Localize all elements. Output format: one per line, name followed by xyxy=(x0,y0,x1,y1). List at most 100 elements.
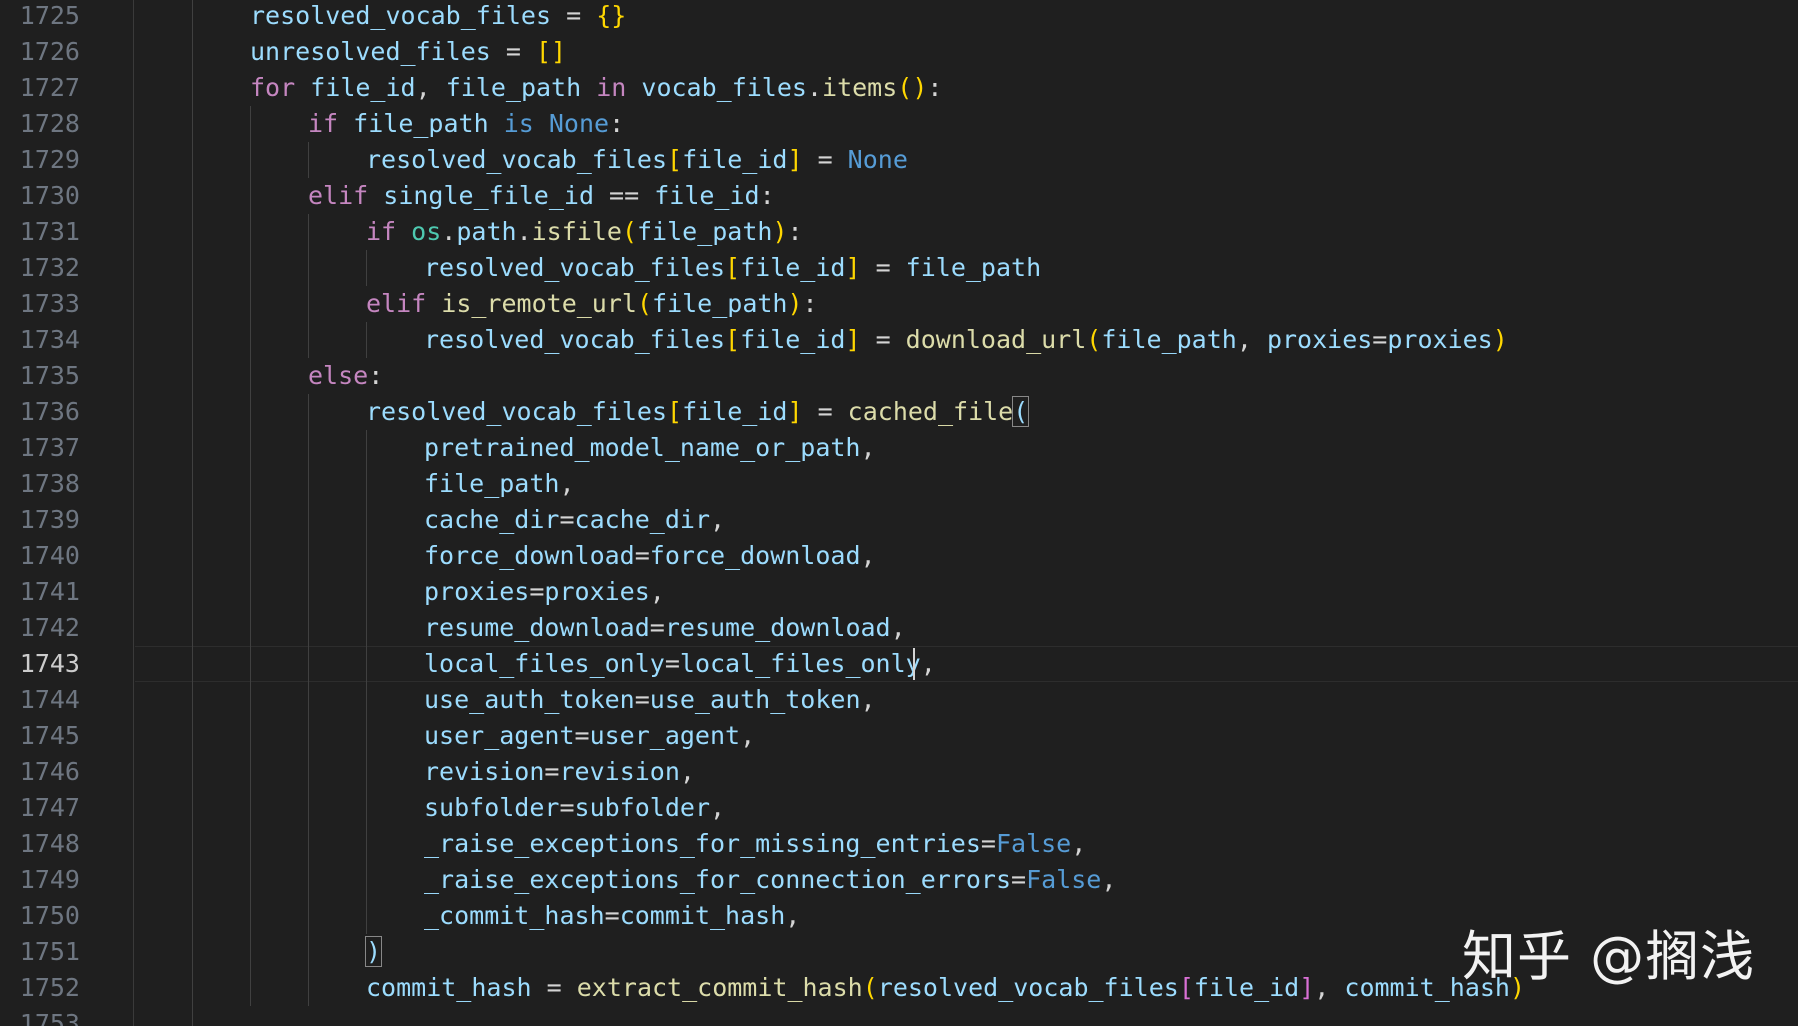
code-token: for xyxy=(250,73,295,102)
code-token: , xyxy=(1071,829,1086,858)
code-token: resolved_vocab_files xyxy=(878,973,1179,1002)
indent-guide xyxy=(366,322,367,358)
code-token: ] xyxy=(1299,973,1314,1002)
code-line: elif single_file_id == file_id: xyxy=(308,178,775,214)
line-number: 1733 xyxy=(0,286,80,322)
code-token: () xyxy=(897,73,927,102)
line-number: 1740 xyxy=(0,538,80,574)
code-line: force_download=force_download, xyxy=(424,538,876,574)
code-token: if xyxy=(366,217,396,246)
code-line: unresolved_files = [] xyxy=(250,34,566,70)
code-token: [ xyxy=(667,145,682,174)
code-token: download_url xyxy=(906,325,1087,354)
code-line: pretrained_model_name_or_path, xyxy=(424,430,876,466)
code-token: proxies xyxy=(544,577,649,606)
line-number: 1751 xyxy=(0,934,80,970)
code-token: subfolder xyxy=(575,793,710,822)
line-number: 1744 xyxy=(0,682,80,718)
code-line: if os.path.isfile(file_path): xyxy=(366,214,803,250)
code-token: subfolder xyxy=(424,793,559,822)
code-token: , xyxy=(921,649,936,678)
code-token: , xyxy=(861,541,876,570)
code-token: file_path xyxy=(424,469,559,498)
code-token: : xyxy=(927,73,942,102)
code-line: if file_path is None: xyxy=(308,106,624,142)
line-number: 1727 xyxy=(0,70,80,106)
line-number: 1745 xyxy=(0,718,80,754)
line-number: 1739 xyxy=(0,502,80,538)
code-token: , xyxy=(1101,865,1116,894)
code-token: [ xyxy=(725,253,740,282)
code-token: in xyxy=(596,73,626,102)
code-token: file_id xyxy=(310,73,415,102)
code-token: commit_hash xyxy=(366,973,532,1002)
code-editor[interactable]: 1725172617271728172917301731173217331734… xyxy=(0,0,1798,1026)
code-token xyxy=(426,289,441,318)
indent-guide xyxy=(192,0,193,1026)
code-token: proxies xyxy=(424,577,529,606)
line-number: 1735 xyxy=(0,358,80,394)
code-token: , xyxy=(740,721,755,750)
code-token: = xyxy=(559,505,574,534)
code-token: file_path xyxy=(637,217,772,246)
code-token: ) xyxy=(366,937,381,966)
code-token: pretrained_model_name_or_path xyxy=(424,433,861,462)
line-number: 1725 xyxy=(0,0,80,34)
code-token: is_remote_url xyxy=(441,289,637,318)
indent-guide xyxy=(250,106,251,1006)
code-token: = xyxy=(803,145,848,174)
line-number: 1746 xyxy=(0,754,80,790)
code-token: None xyxy=(848,145,908,174)
code-token: ( xyxy=(622,217,637,246)
code-line: use_auth_token=use_auth_token, xyxy=(424,682,876,718)
code-token: , xyxy=(1314,973,1344,1002)
code-token: {} xyxy=(596,1,626,30)
code-token xyxy=(338,109,353,138)
code-token: = xyxy=(551,1,596,30)
line-number: 1737 xyxy=(0,430,80,466)
code-token xyxy=(581,73,596,102)
code-token xyxy=(396,217,411,246)
code-token: ( xyxy=(1086,325,1101,354)
code-token: ) xyxy=(772,217,787,246)
code-token: , xyxy=(891,613,906,642)
line-number: 1748 xyxy=(0,826,80,862)
code-line: _raise_exceptions_for_connection_errors=… xyxy=(424,862,1116,898)
line-number: 1734 xyxy=(0,322,80,358)
code-token: = xyxy=(544,757,559,786)
line-number: 1741 xyxy=(0,574,80,610)
code-token: elif xyxy=(308,181,368,210)
line-number: 1749 xyxy=(0,862,80,898)
code-line: resolved_vocab_files = {} xyxy=(250,0,626,34)
code-token: : xyxy=(609,109,624,138)
code-token: ) xyxy=(787,289,802,318)
code-token: = xyxy=(605,901,620,930)
code-token xyxy=(295,73,310,102)
code-token: = xyxy=(861,253,906,282)
code-token: = xyxy=(532,973,577,1002)
line-number: 1743 xyxy=(0,646,80,682)
code-token: ] xyxy=(787,397,802,426)
code-token: [] xyxy=(536,37,566,66)
code-token: = xyxy=(803,397,848,426)
code-token: , xyxy=(861,433,876,462)
code-token: = xyxy=(981,829,996,858)
line-number: 1728 xyxy=(0,106,80,142)
code-token: file_id xyxy=(740,253,845,282)
code-token: ] xyxy=(845,325,860,354)
code-line: resolved_vocab_files[file_id] = cached_f… xyxy=(366,394,1028,430)
code-token: = xyxy=(861,325,906,354)
code-line: resume_download=resume_download, xyxy=(424,610,906,646)
code-token: : xyxy=(368,361,383,390)
code-token: else xyxy=(308,361,368,390)
code-token: resume_download xyxy=(665,613,891,642)
watermark: 知乎 @搁浅 xyxy=(1462,912,1755,991)
code-token: _raise_exceptions_for_missing_entries xyxy=(424,829,981,858)
code-token: _raise_exceptions_for_connection_errors xyxy=(424,865,1011,894)
code-line: subfolder=subfolder, xyxy=(424,790,725,826)
code-line: ) xyxy=(366,934,381,970)
indent-guide xyxy=(308,214,309,358)
code-token: proxies xyxy=(1387,325,1492,354)
code-token: = xyxy=(635,685,650,714)
code-token: file_path xyxy=(652,289,787,318)
